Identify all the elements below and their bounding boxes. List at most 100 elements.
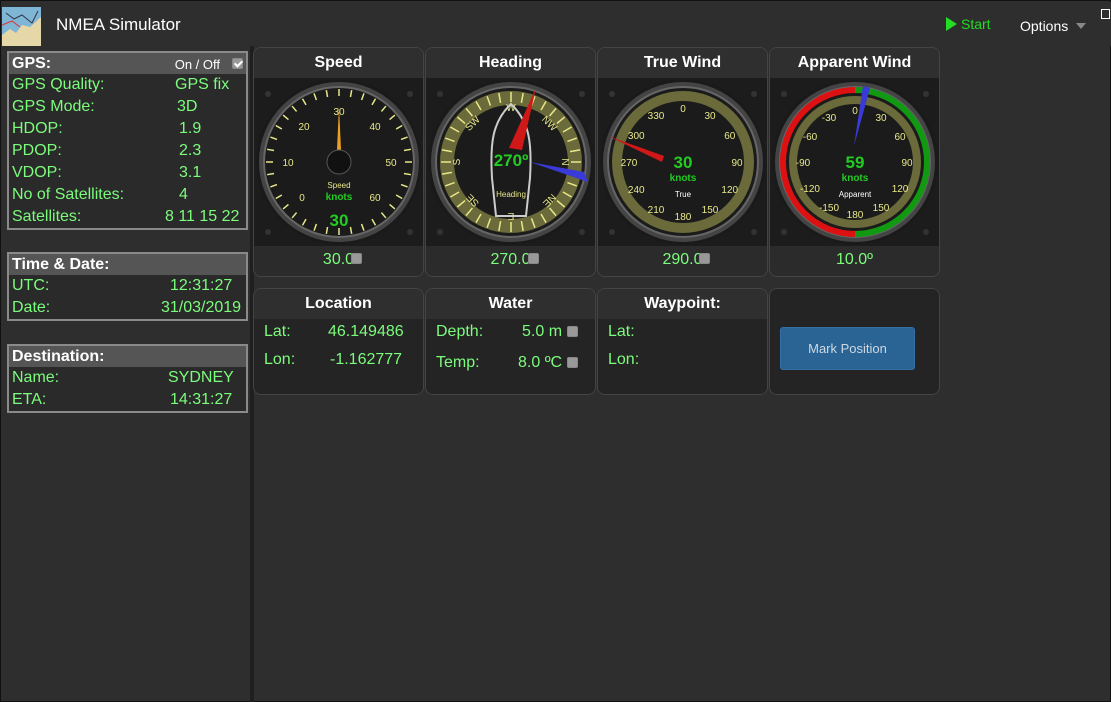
- vdop-label: VDOP:: [12, 164, 62, 181]
- speed-tick-label: 20: [298, 122, 310, 133]
- sidebar: GPS: On / Off GPS Quality: GPS fix GPS Mo…: [2, 46, 252, 702]
- true-wind-gauge: 0 30 60 90 120 150 180 210 240 270 300 330 30 knots…: [598, 78, 767, 246]
- eta-row: ETA: 14:31:27: [9, 389, 246, 411]
- dest-name-value: SYDNEY: [168, 369, 234, 386]
- apparent-wind-readout: 59: [846, 153, 865, 172]
- heading-title: Heading: [426, 48, 595, 78]
- waypoint-title: Waypoint:: [598, 289, 767, 319]
- gps-panel-title: GPS: On / Off: [9, 53, 246, 74]
- gps-panel: GPS: On / Off GPS Quality: GPS fix GPS Mo…: [7, 51, 248, 230]
- satellites-label: Satellites:: [12, 208, 82, 225]
- gps-enable-checkbox[interactable]: [232, 58, 243, 69]
- apparent-wind-tick-label: -60: [803, 132, 818, 143]
- location-lon-row: Lon: -1.162777: [254, 347, 423, 375]
- true-wind-checkbox[interactable]: [699, 253, 710, 264]
- gps-row: GPS Mode: 3D: [9, 96, 246, 118]
- satellites-value: 8 11 15 22: [165, 208, 240, 225]
- speed-tick-label: 60: [369, 193, 381, 204]
- date-row: Date: 31/03/2019: [9, 297, 246, 319]
- true-wind-tick-label: 330: [648, 111, 665, 122]
- depth-label: Depth:: [436, 323, 484, 340]
- utc-label: UTC:: [12, 277, 50, 294]
- speed-footer: 30.0: [254, 246, 423, 276]
- apparent-wind-gauge: 0 30 60 90 120 150 180 -150 -120 -90 -60 -30 59 kno…: [770, 78, 939, 246]
- heading-tick-label: N: [559, 158, 570, 165]
- water-card: Water Depth: 5.0 m Temp: 8.0 ºC: [425, 288, 596, 395]
- waypoint-lon-label: Lon:: [608, 351, 640, 368]
- gps-row: PDOP: 2.3: [9, 140, 246, 162]
- speed-tick-label: 10: [282, 158, 294, 169]
- mark-position-button[interactable]: Mark Position: [780, 327, 915, 370]
- lat-label: Lat:: [264, 323, 291, 340]
- heading-card: Heading N NE E SE S SW W NW 270º Heading…: [425, 47, 596, 277]
- lon-value: -1.162777: [330, 351, 403, 368]
- apparent-wind-card: Apparent Wind 0 30 60 90 120 150 180 -150 -120 -9…: [769, 47, 940, 277]
- speed-tick-label: 50: [385, 158, 397, 169]
- true-wind-tick-label: 180: [675, 212, 692, 223]
- gps-row: HDOP: 1.9: [9, 118, 246, 140]
- gps-quality-label: GPS Quality:: [12, 76, 105, 93]
- true-wind-card: True Wind 0 30 60 90 120 150 180 210 240 270 300 33…: [597, 47, 768, 277]
- true-wind-tick-label: 90: [731, 158, 743, 169]
- apparent-wind-tick-label: 180: [847, 210, 864, 221]
- waypoint-card: Waypoint: Lat: Lon:: [597, 288, 768, 395]
- heading-footer: 270.0: [426, 246, 595, 276]
- true-wind-tick-label: 60: [724, 131, 736, 142]
- apparent-wind-tick-label: 120: [892, 184, 909, 195]
- speed-title: Speed: [254, 48, 423, 78]
- waypoint-body: Lat: Lon:: [598, 319, 767, 394]
- heading-value: 270.0: [490, 251, 531, 268]
- apparent-wind-unit-label: Apparent: [839, 190, 872, 199]
- heading-checkbox[interactable]: [528, 253, 539, 264]
- true-wind-dial: 0 30 60 90 120150 180 210240 270 300330 30 knots…: [600, 79, 766, 245]
- speed-tick-label: 0: [299, 193, 305, 204]
- gps-mode-value: 3D: [177, 98, 198, 115]
- speed-readout: 30: [330, 211, 349, 230]
- true-wind-unit: knots: [670, 173, 697, 184]
- app-logo-icon: [2, 7, 41, 46]
- caret-down-icon: [1076, 23, 1087, 29]
- gps-mode-label: GPS Mode:: [12, 98, 95, 115]
- true-wind-title: True Wind: [598, 48, 767, 78]
- time-title: Time & Date:: [9, 254, 246, 275]
- speed-checkbox[interactable]: [351, 253, 362, 264]
- apparent-wind-tick-label: 30: [875, 113, 887, 124]
- destination-panel: Destination: Name: SYDNEY ETA: 14:31:27: [7, 344, 248, 413]
- hdop-label: HDOP:: [12, 120, 63, 137]
- true-wind-tick-label: 210: [648, 205, 665, 216]
- true-wind-footer: 290.0: [598, 246, 767, 276]
- location-title: Location: [254, 289, 423, 319]
- true-wind-tick-label: 270: [621, 158, 638, 169]
- gps-row: Satellites: 8 11 15 22: [9, 206, 246, 228]
- temp-checkbox[interactable]: [567, 357, 578, 368]
- waypoint-lat-label: Lat:: [608, 323, 635, 340]
- waypoint-lon-row: Lon:: [598, 347, 767, 375]
- satellite-count-label: No of Satellites:: [12, 186, 125, 203]
- depth-checkbox[interactable]: [567, 326, 578, 337]
- pdop-value: 2.3: [179, 142, 202, 159]
- apparent-wind-footer: 10.0º: [770, 246, 939, 276]
- header: NMEA Simulator Start Options: [2, 2, 1111, 46]
- gps-quality-value: GPS fix: [175, 76, 230, 93]
- true-wind-unit-label: True: [675, 190, 692, 199]
- speed-unit: knots: [326, 192, 353, 203]
- window-maximize-icon[interactable]: [1101, 9, 1110, 19]
- apparent-wind-tick-label: -150: [819, 203, 839, 214]
- heading-gauge: N NE E SE S SW W NW 270º Heading: [426, 78, 595, 246]
- speed-unit-label: Speed: [327, 181, 350, 190]
- true-wind-tick-label: 120: [721, 185, 738, 196]
- start-button[interactable]: Start: [946, 16, 991, 32]
- temp-row: Temp: 8.0 ºC: [426, 350, 595, 381]
- speed-dial: 0 10 20 30 40 50 60 Speed knots 30: [256, 79, 422, 245]
- start-label: Start: [961, 16, 991, 32]
- gps-onoff-label: On / Off: [174, 57, 220, 72]
- time-date-panel: Time & Date: UTC: 12:31:27 Date: 31/03/201…: [7, 252, 248, 321]
- options-label: Options: [1020, 18, 1069, 34]
- options-dropdown[interactable]: Options: [1020, 18, 1087, 34]
- apparent-wind-tick-label: -90: [796, 158, 811, 169]
- water-body: Depth: 5.0 m Temp: 8.0 ºC: [426, 319, 595, 394]
- apparent-wind-tick-label: 150: [873, 203, 890, 214]
- true-wind-readout: 30: [674, 153, 693, 172]
- destination-title: Destination:: [9, 346, 246, 367]
- mark-card: Mark Position: [769, 288, 940, 395]
